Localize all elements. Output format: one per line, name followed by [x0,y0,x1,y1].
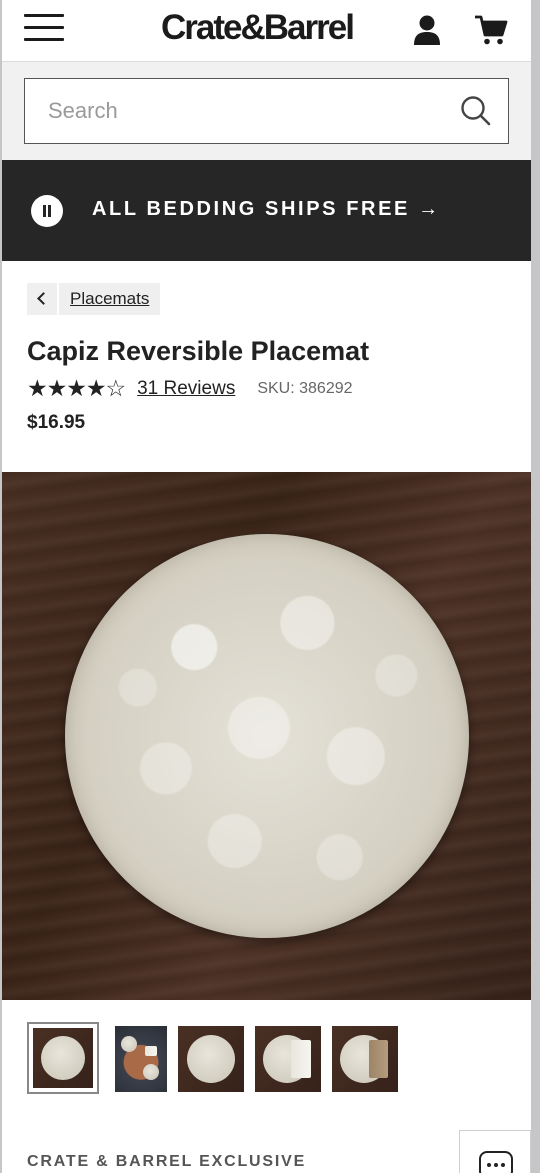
promo-banner-link[interactable]: ALL BEDDING SHIPS FREE → [92,198,441,221]
search-icon[interactable] [460,95,492,127]
breadcrumb: Placemats [27,283,161,315]
placemat-detail-thumbnail[interactable] [178,1025,244,1092]
placemat-with-white-napkin-thumbnail[interactable] [255,1025,321,1092]
shopping-cart-icon[interactable] [474,14,508,46]
product-page: Crate&Barrel ALL BEDDING SHIPS FREE → Pl… [2,0,531,1173]
placemat-with-tan-napkin-thumbnail[interactable] [332,1025,398,1092]
sku-label: SKU: 386292 [257,380,353,397]
product-title: Capiz Reversible Placemat [27,336,370,366]
search-box [24,78,509,144]
breadcrumb-link-placemats[interactable]: Placemats [59,283,161,315]
pause-icon[interactable] [31,195,63,227]
site-header: Crate&Barrel [2,0,531,62]
rating-row: ★★★★☆ 31 Reviews SKU: 386292 [27,376,353,402]
exclusive-label: CRATE & BARREL EXCLUSIVE [27,1153,307,1170]
site-logo[interactable]: Crate&Barrel [161,8,355,48]
chat-bubble-icon [479,1151,513,1173]
product-price: $16.95 [27,412,86,433]
table-setting-thumbnail[interactable] [115,1025,167,1092]
star-rating-icon: ★★★★☆ [27,376,126,402]
placemat-shape [65,534,469,938]
chat-button[interactable] [459,1130,531,1173]
promo-banner: ALL BEDDING SHIPS FREE → [2,160,531,261]
user-account-icon[interactable] [413,14,441,46]
chevron-left-icon[interactable] [27,283,57,315]
search-bar-section [2,62,531,160]
hamburger-menu-icon[interactable] [24,14,64,44]
reviews-link[interactable]: 31 Reviews [137,378,235,400]
thumbnail-strip [27,1022,409,1094]
capiz-placemat-on-wood-image[interactable] [2,472,531,1000]
placemat-top-view-thumbnail[interactable] [27,1022,99,1094]
search-input[interactable] [25,79,445,143]
